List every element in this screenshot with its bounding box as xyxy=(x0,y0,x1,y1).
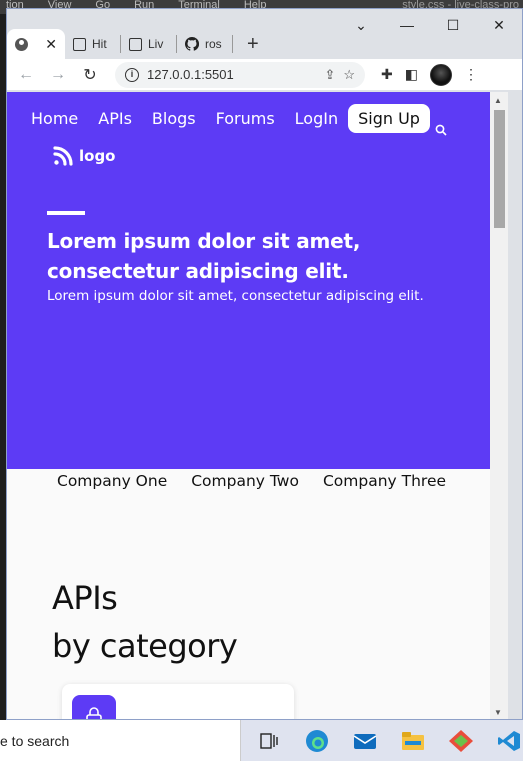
scroll-down-icon[interactable]: ▼ xyxy=(494,708,502,717)
site-navbar: Home APIs Blogs Forums LogIn Sign Up xyxy=(31,104,430,133)
tab-label: ros xyxy=(205,37,222,51)
browser-window: ✕ Hit Liv ros + ⌄ — ☐ ✕ ← → ↻ i 127.0.0.… xyxy=(6,8,523,720)
address-bar[interactable]: i 127.0.0.1:5501 ⇪ ☆ xyxy=(115,61,365,88)
signup-button[interactable]: Sign Up xyxy=(348,104,430,133)
page-scrollbar[interactable]: ▲ ▼ xyxy=(490,92,508,719)
nav-apis[interactable]: APIs xyxy=(98,109,132,128)
task-view-icon[interactable] xyxy=(255,727,283,755)
back-icon[interactable]: ← xyxy=(15,66,37,84)
edge-icon[interactable] xyxy=(303,727,331,755)
mail-icon[interactable] xyxy=(351,727,379,755)
globe-icon xyxy=(15,37,28,51)
share-icon[interactable]: ⇪ xyxy=(324,67,335,83)
git-icon[interactable] xyxy=(447,727,475,755)
company-name: Company One xyxy=(57,472,168,490)
taskbar-search[interactable]: e to search xyxy=(0,720,241,761)
page-viewport: Home APIs Blogs Forums LogIn Sign Up log… xyxy=(7,92,490,719)
tab-hit[interactable]: Hit xyxy=(65,35,121,53)
file-explorer-icon[interactable] xyxy=(399,727,427,755)
accent-divider xyxy=(47,211,85,215)
profile-avatar[interactable] xyxy=(429,63,452,86)
browser-toolbar: ← → ↻ i 127.0.0.1:5501 ⇪ ☆ ✚ ◧ ⋮ xyxy=(7,59,522,90)
section-title-line: APIs xyxy=(52,579,118,617)
rss-logo-icon xyxy=(53,146,73,166)
tab-github[interactable]: ros xyxy=(177,35,233,53)
maximize-button[interactable]: ☐ xyxy=(430,13,476,37)
logo-text: logo xyxy=(79,147,116,165)
new-tab-button[interactable]: + xyxy=(233,29,273,59)
company-list: Company One Company Two Company Three xyxy=(57,472,446,490)
nav-login[interactable]: LogIn xyxy=(295,109,338,128)
scrollbar-thumb[interactable] xyxy=(494,110,505,228)
site-info-icon[interactable]: i xyxy=(125,67,139,82)
scroll-up-icon[interactable]: ▲ xyxy=(494,96,502,105)
tab-search-button[interactable]: ⌄ xyxy=(338,13,384,37)
site-logo[interactable]: logo xyxy=(51,144,116,168)
company-name: Company Two xyxy=(191,472,299,490)
tab-live[interactable]: Liv xyxy=(121,35,177,53)
lock-icon xyxy=(72,695,116,719)
hero-section: Home APIs Blogs Forums LogIn Sign Up log… xyxy=(7,92,490,469)
taskbar-search-text: e to search xyxy=(0,732,70,749)
apis-section-title: APIs by category xyxy=(52,574,238,670)
search-icon[interactable] xyxy=(435,124,447,136)
page-icon xyxy=(129,37,142,51)
screen: tion View Go Run Terminal Help style.css… xyxy=(0,0,523,761)
os-taskbar: e to search xyxy=(0,720,523,761)
github-icon xyxy=(185,37,199,51)
hero-subheadline: Lorem ipsum dolor sit amet, consectetur … xyxy=(47,288,424,304)
tab-label: Liv xyxy=(148,37,164,51)
minimize-button[interactable]: — xyxy=(384,13,430,37)
side-panel-icon[interactable]: ◧ xyxy=(405,66,418,83)
tab-list: ✕ Hit Liv ros + xyxy=(7,25,273,59)
nav-blogs[interactable]: Blogs xyxy=(152,109,196,128)
nav-forums[interactable]: Forums xyxy=(216,109,275,128)
close-tab-icon[interactable]: ✕ xyxy=(45,36,57,53)
close-window-button[interactable]: ✕ xyxy=(476,13,522,37)
section-title-line: by category xyxy=(52,627,238,665)
window-controls: ⌄ — ☐ ✕ xyxy=(338,13,522,37)
tab-strip: ✕ Hit Liv ros + ⌄ — ☐ ✕ xyxy=(7,9,522,59)
category-card[interactable] xyxy=(62,684,294,719)
url-text[interactable]: 127.0.0.1:5501 xyxy=(147,67,316,82)
reload-icon[interactable]: ↻ xyxy=(79,65,101,85)
company-name: Company Three xyxy=(322,472,447,490)
nav-home[interactable]: Home xyxy=(31,109,78,128)
extensions-icon[interactable]: ✚ xyxy=(381,66,393,83)
tab-active[interactable]: ✕ xyxy=(7,29,65,59)
tab-label: Hit xyxy=(92,37,107,51)
bookmark-star-icon[interactable]: ☆ xyxy=(343,67,355,83)
menu-kebab-icon[interactable]: ⋮ xyxy=(464,66,478,83)
forward-icon[interactable]: → xyxy=(47,66,69,84)
vscode-icon[interactable] xyxy=(495,727,523,755)
taskbar-apps xyxy=(241,727,523,755)
hero-headline: Lorem ipsum dolor sit amet, consectetur … xyxy=(47,229,361,283)
page-icon xyxy=(73,37,86,51)
toolbar-icons: ✚ ◧ ⋮ xyxy=(381,63,478,86)
